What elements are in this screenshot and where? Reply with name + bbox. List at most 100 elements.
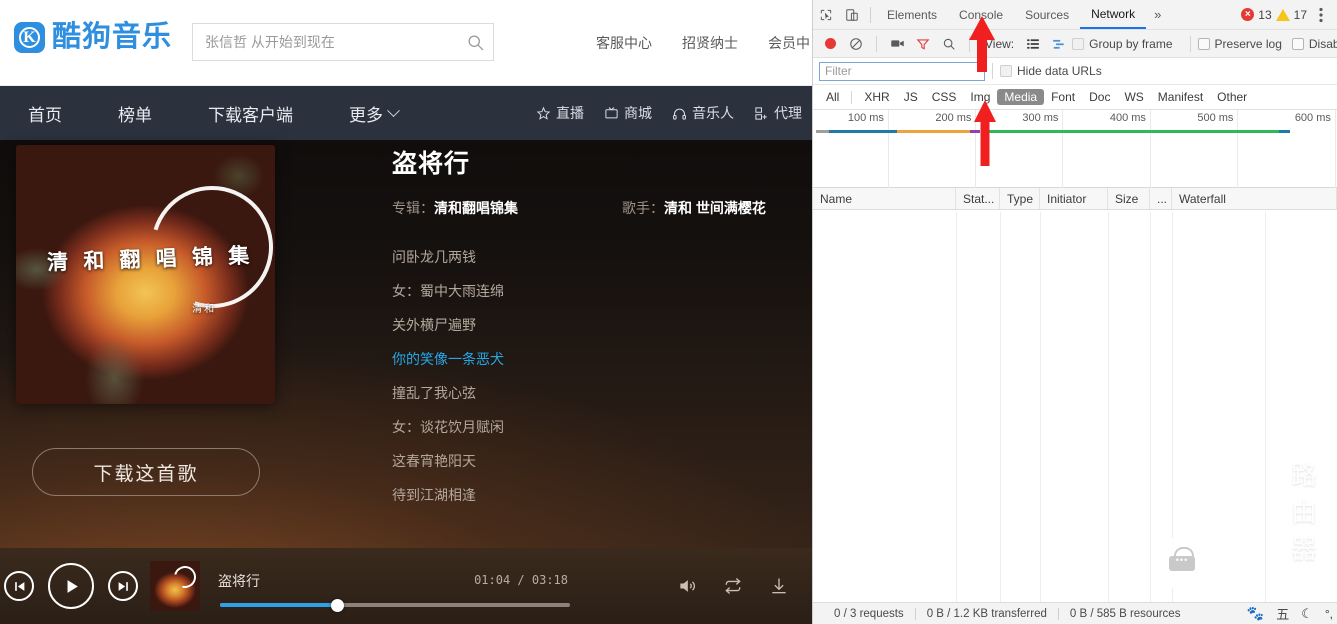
volume-icon[interactable]: [676, 575, 698, 597]
lyric-line: 关外横尸遍野: [392, 308, 812, 342]
player-thumbnail[interactable]: [150, 561, 200, 611]
more-tabs-icon[interactable]: »: [1146, 7, 1169, 22]
header-link-jobs[interactable]: 招贤纳士: [682, 33, 738, 53]
waterfall-view-icon[interactable]: [1046, 31, 1072, 57]
filter-row: Hide data URLs: [813, 58, 1337, 85]
warning-count: 17: [1294, 8, 1307, 22]
download-song-button[interactable]: 下载这首歌: [32, 448, 260, 496]
nav-mall-label: 商城: [624, 103, 652, 123]
tray-item-five[interactable]: 五: [1276, 604, 1289, 623]
disable-cache-checkbox[interactable]: Disabl: [1292, 37, 1337, 51]
group-by-frame-label: Group by frame: [1089, 37, 1172, 51]
nav-item-home[interactable]: 首页: [0, 101, 90, 126]
weather-icon[interactable]: °,: [1325, 607, 1333, 621]
timeline-tick: 100 ms: [848, 112, 888, 124]
timeline-segment: [829, 130, 897, 133]
progress-bar-handle[interactable]: [331, 599, 344, 612]
nav-item-chart[interactable]: 榜单: [90, 101, 180, 126]
nav-item-agent[interactable]: 代理: [744, 103, 812, 123]
inspect-element-icon[interactable]: [813, 2, 839, 28]
filter-manifest[interactable]: Manifest: [1151, 89, 1210, 105]
column-header-time[interactable]: ...: [1150, 188, 1172, 209]
nav-item-more[interactable]: 更多: [321, 101, 426, 126]
paw-icon[interactable]: 🐾: [1247, 605, 1264, 622]
filter-icon[interactable]: [910, 31, 936, 57]
search-icon[interactable]: [457, 24, 493, 60]
search-box[interactable]: [192, 23, 494, 61]
timeline-segment: [1279, 130, 1289, 133]
record-icon[interactable]: [817, 31, 843, 57]
filter-input[interactable]: [819, 62, 985, 81]
song-artist: 歌手：清和 世间满樱花: [622, 198, 766, 218]
status-resources: 0 B / 585 B resources: [1059, 608, 1192, 620]
artist-label: 歌手：: [622, 200, 664, 216]
devtools-tabs: Elements Console Sources Network »: [876, 0, 1169, 29]
nav-item-live[interactable]: 直播: [526, 103, 594, 123]
filter-font[interactable]: Font: [1044, 89, 1082, 105]
preserve-log-checkbox[interactable]: Preserve log: [1198, 37, 1282, 51]
filter-doc[interactable]: Doc: [1082, 89, 1117, 105]
tab-network[interactable]: Network: [1080, 0, 1146, 29]
main-nav-left: 首页 榜单 下载客户端 更多: [0, 101, 426, 126]
column-header-initiator[interactable]: Initiator: [1040, 188, 1108, 209]
checkbox-box: [1292, 38, 1304, 50]
requests-table-body[interactable]: [813, 212, 1337, 602]
preserve-log-label: Preserve log: [1215, 37, 1282, 51]
nav-musician-label: 音乐人: [692, 103, 734, 123]
filter-xhr[interactable]: XHR: [857, 89, 896, 105]
group-by-frame-checkbox[interactable]: Group by frame: [1072, 37, 1172, 51]
device-toolbar-icon[interactable]: [839, 2, 865, 28]
camera-icon[interactable]: [884, 31, 910, 57]
skip-forward-icon[interactable]: [108, 571, 138, 601]
column-header-name[interactable]: Name: [813, 188, 956, 209]
list-view-icon[interactable]: [1020, 31, 1046, 57]
timeline-tick: 300 ms: [1022, 112, 1062, 124]
clear-icon[interactable]: [843, 31, 869, 57]
album-label: 专辑：: [392, 200, 434, 216]
network-controls: View: Group by frame Preserve log Disabl: [813, 30, 1337, 58]
column-header-type[interactable]: Type: [1000, 188, 1040, 209]
song-title: 盗将行: [392, 144, 812, 180]
filter-ws[interactable]: WS: [1117, 89, 1150, 105]
star-icon: [536, 106, 551, 121]
tab-sources[interactable]: Sources: [1014, 0, 1080, 29]
header-link-service[interactable]: 客服中心: [596, 33, 652, 53]
network-timeline[interactable]: 100 ms 200 ms 300 ms 400 ms 500 ms 600 m…: [813, 110, 1337, 188]
filter-all[interactable]: All: [819, 89, 846, 105]
play-icon[interactable]: [48, 563, 94, 609]
warning-icon: [1276, 9, 1290, 21]
filter-css[interactable]: CSS: [925, 89, 964, 105]
filter-js[interactable]: JS: [897, 89, 925, 105]
header-link-vip[interactable]: 会员中: [768, 33, 810, 53]
download-icon[interactable]: [768, 575, 790, 597]
column-header-status[interactable]: Stat...: [956, 188, 1000, 209]
moon-icon[interactable]: ☾: [1301, 606, 1313, 622]
search-icon[interactable]: [936, 31, 962, 57]
column-header-waterfall[interactable]: Waterfall: [1172, 188, 1337, 209]
filter-img[interactable]: Img: [963, 89, 997, 105]
filter-other[interactable]: Other: [1210, 89, 1254, 105]
skip-back-icon[interactable]: [4, 571, 34, 601]
nav-item-mall[interactable]: 商城: [594, 103, 662, 123]
nav-item-musician[interactable]: 音乐人: [662, 103, 744, 123]
column-header-size[interactable]: Size: [1108, 188, 1150, 209]
more-options-icon[interactable]: [1311, 0, 1331, 29]
album-cover: 清 和 翻 唱 锦 集 清和: [16, 145, 275, 404]
progress-bar[interactable]: [220, 603, 570, 607]
artist-value[interactable]: 清和 世间满樱花: [664, 200, 766, 216]
issue-counts[interactable]: × 13 17: [1241, 0, 1307, 29]
player-song-title: 盗将行: [218, 571, 260, 591]
album-value[interactable]: 清和翻唱锦集: [434, 200, 518, 216]
search-input[interactable]: [193, 24, 457, 60]
site-logo[interactable]: K 酷狗音乐: [14, 22, 172, 53]
filter-media[interactable]: Media: [997, 89, 1044, 105]
repeat-icon[interactable]: [722, 575, 744, 597]
song-meta: 专辑：清和翻唱锦集 歌手：清和 世间满樱花: [392, 198, 812, 218]
nav-item-download-client[interactable]: 下载客户端: [180, 101, 321, 126]
hide-data-urls-checkbox[interactable]: Hide data URLs: [1000, 64, 1102, 78]
tab-elements[interactable]: Elements: [876, 0, 948, 29]
lyric-line: 待到江湖相逢: [392, 478, 812, 512]
timeline-segment: [897, 130, 970, 133]
resource-type-filters: All XHR JS CSS Img Media Font Doc WS Man…: [813, 85, 1337, 110]
tab-console[interactable]: Console: [948, 0, 1014, 29]
